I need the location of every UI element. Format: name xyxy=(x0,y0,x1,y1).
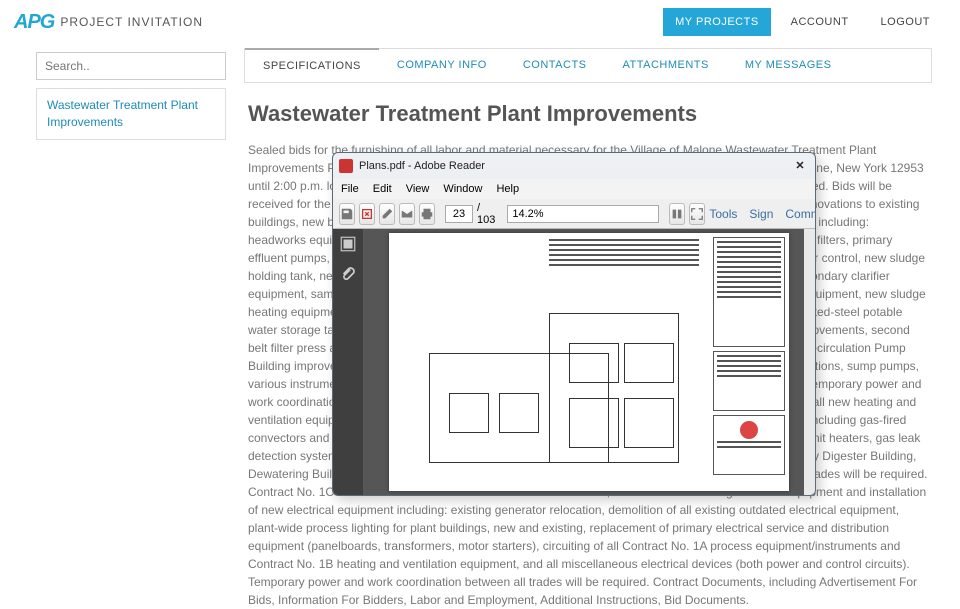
nav-logout[interactable]: LOGOUT xyxy=(869,8,942,36)
pdf-page xyxy=(389,233,789,491)
convert-icon[interactable] xyxy=(359,203,375,225)
save-icon[interactable] xyxy=(339,203,355,225)
nav-account[interactable]: ACCOUNT xyxy=(779,8,861,36)
search-input[interactable] xyxy=(36,52,226,80)
pdf-sign[interactable]: Sign xyxy=(749,207,773,221)
edit-icon[interactable] xyxy=(379,203,395,225)
mail-icon[interactable] xyxy=(399,203,415,225)
pdf-window-title: Plans.pdf - Adobe Reader xyxy=(359,160,485,172)
fullscreen-icon[interactable] xyxy=(689,203,705,225)
menu-file[interactable]: File xyxy=(341,183,359,195)
close-icon[interactable]: ✕ xyxy=(791,159,809,173)
tab-contacts[interactable]: CONTACTS xyxy=(505,49,605,82)
page-title: Wastewater Treatment Plant Improvements xyxy=(248,101,932,127)
pdf-scrollbar[interactable] xyxy=(804,229,815,495)
pdf-comment[interactable]: Comment xyxy=(785,207,816,221)
tabs: SPECIFICATIONS COMPANY INFO CONTACTS ATT… xyxy=(244,48,932,83)
thumbnails-icon[interactable] xyxy=(339,235,357,253)
attachments-icon[interactable] xyxy=(339,265,357,283)
menu-help[interactable]: Help xyxy=(496,183,519,195)
tab-specifications[interactable]: SPECIFICATIONS xyxy=(245,48,379,82)
zoom-input[interactable] xyxy=(507,205,659,223)
pdf-app-icon xyxy=(339,159,353,173)
nav-my-projects[interactable]: MY PROJECTS xyxy=(663,8,771,36)
page-number-input[interactable] xyxy=(445,205,473,223)
print-icon[interactable] xyxy=(419,203,435,225)
logo: APG xyxy=(14,11,54,34)
menu-window[interactable]: Window xyxy=(443,183,482,195)
read-mode-icon[interactable] xyxy=(669,203,685,225)
menu-view[interactable]: View xyxy=(406,183,430,195)
pdf-tools[interactable]: Tools xyxy=(709,207,737,221)
menu-edit[interactable]: Edit xyxy=(373,183,392,195)
page-total: / 103 xyxy=(477,202,495,226)
logo-subtitle: PROJECT INVITATION xyxy=(60,15,203,29)
tab-company-info[interactable]: COMPANY INFO xyxy=(379,49,505,82)
pdf-page-area[interactable] xyxy=(363,229,815,495)
tab-attachments[interactable]: ATTACHMENTS xyxy=(605,49,727,82)
sidebar-project-link[interactable]: Wastewater Treatment Plant Improvements xyxy=(36,88,226,140)
tab-my-messages[interactable]: MY MESSAGES xyxy=(727,49,850,82)
pdf-reader-window[interactable]: Plans.pdf - Adobe Reader ✕ File Edit Vie… xyxy=(332,152,816,496)
